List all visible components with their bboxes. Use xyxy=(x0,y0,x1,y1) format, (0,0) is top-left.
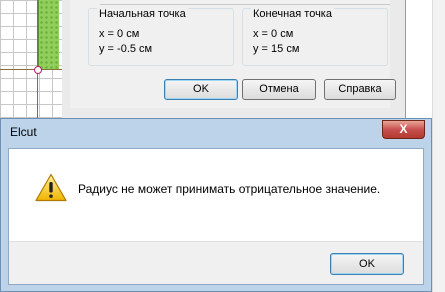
cancel-button[interactable]: Отмена xyxy=(242,79,316,100)
window-title: Elcut xyxy=(10,125,37,139)
point-marker[interactable] xyxy=(34,66,42,74)
dialog-panel: Начальная точка x = 0 см y = -0.5 см Кон… xyxy=(70,0,396,108)
horizontal-axis xyxy=(0,69,62,70)
close-button[interactable]: X xyxy=(382,120,425,139)
start-point-group: Начальная точка x = 0 см y = -0.5 см xyxy=(88,8,234,66)
warning-icon xyxy=(35,173,67,202)
arc-properties-dialog: Начальная точка x = 0 см y = -0.5 см Кон… xyxy=(62,0,406,120)
end-point-y: y = 15 см xyxy=(253,43,300,55)
end-point-title: Конечная точка xyxy=(251,8,334,21)
help-button[interactable]: Справка xyxy=(324,79,396,100)
end-point-group: Конечная точка x = 0 см y = 15 см xyxy=(242,8,388,66)
start-point-x: x = 0 см xyxy=(99,28,140,40)
title-bar[interactable]: Elcut X xyxy=(1,119,431,147)
model-region[interactable] xyxy=(38,0,59,70)
ok-button[interactable]: OK xyxy=(164,79,238,100)
message-ok-button[interactable]: OK xyxy=(330,253,404,275)
elcut-message-box: Elcut X Радиус не может принимать отрица… xyxy=(0,118,432,292)
start-point-title: Начальная точка xyxy=(97,8,188,21)
close-icon: X xyxy=(399,122,408,136)
divider xyxy=(100,4,390,5)
button-area: OK xyxy=(9,241,423,284)
end-point-x: x = 0 см xyxy=(253,28,294,40)
window-edge xyxy=(432,0,445,292)
start-point-y: y = -0.5 см xyxy=(99,43,153,55)
message-content: Радиус не может принимать отрицательное … xyxy=(8,148,424,285)
error-message: Радиус не может принимать отрицательное … xyxy=(78,182,381,196)
